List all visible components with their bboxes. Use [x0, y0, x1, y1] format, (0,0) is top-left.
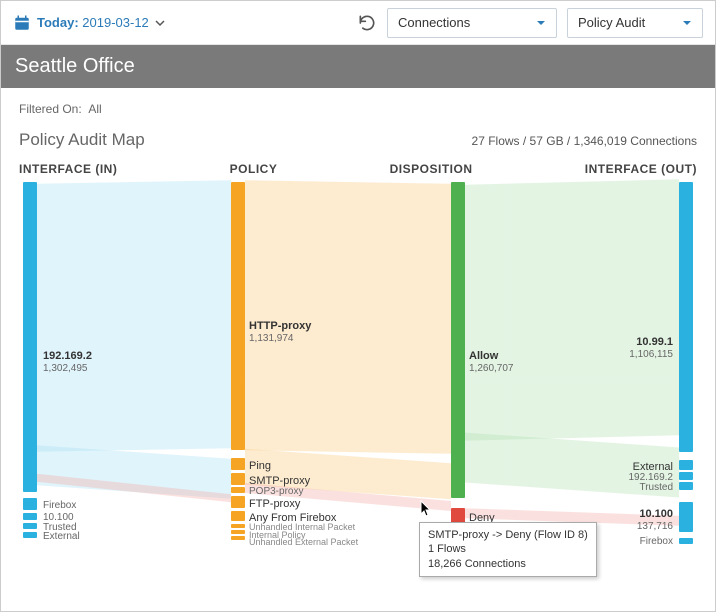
node-pol-ip[interactable] — [231, 530, 245, 534]
sankey-chart[interactable]: 192.169.2 1,302,495 Firebox 10.100 Trust… — [19, 182, 697, 568]
connections-dropdown[interactable]: Connections — [387, 8, 557, 38]
page-title: Seattle Office — [1, 45, 715, 88]
label-disp-allow: Allow 1,260,707 — [469, 350, 514, 374]
node-out-10100[interactable] — [679, 502, 693, 532]
refresh-icon — [357, 13, 377, 33]
chevron-down-icon — [155, 18, 165, 28]
node-policy-http[interactable] — [231, 182, 245, 450]
node-in-10100[interactable] — [23, 513, 37, 520]
audit-label: Policy Audit — [578, 15, 645, 30]
node-disp-allow[interactable] — [451, 182, 465, 498]
calendar-icon — [13, 14, 31, 32]
node-pol-ping[interactable] — [231, 458, 245, 470]
node-pol-ftp[interactable] — [231, 496, 245, 508]
col-policy: POLICY — [230, 162, 278, 176]
connections-label: Connections — [398, 15, 470, 30]
node-pol-any[interactable] — [231, 511, 245, 521]
node-out-external[interactable] — [679, 460, 693, 470]
col-interface-out: INTERFACE (OUT) — [585, 162, 697, 176]
node-out-trusted[interactable] — [679, 482, 693, 490]
stats: 27 Flows / 57 GB / 1,346,019 Connections — [472, 134, 697, 148]
column-headers: INTERFACE (IN) POLICY DISPOSITION INTERF… — [19, 162, 697, 176]
refresh-button[interactable] — [357, 13, 377, 33]
label-pol-ftp: FTP-proxy — [249, 498, 300, 511]
map-title: Policy Audit Map — [19, 130, 145, 150]
node-out-main[interactable] — [679, 182, 693, 452]
label-pol-pop3: POP3-proxy — [249, 486, 303, 498]
policy-audit-dropdown[interactable]: Policy Audit — [567, 8, 703, 38]
tooltip-line3: 18,266 Connections — [428, 557, 588, 571]
tooltip: SMTP-proxy -> Deny (Flow ID 8) 1 Flows 1… — [419, 522, 597, 577]
label-out-10100: 10.100 137,716 — [637, 508, 673, 532]
node-in-firebox[interactable] — [23, 498, 37, 510]
flow-band — [245, 180, 451, 454]
node-in-external[interactable] — [23, 532, 37, 538]
date-value: 2019-03-12 — [82, 15, 149, 30]
node-pol-uep[interactable] — [231, 536, 245, 540]
date-label: Today: — [37, 15, 79, 30]
content: Filtered On: All Policy Audit Map 27 Flo… — [1, 88, 715, 582]
flow-band — [37, 180, 231, 451]
label-in-external: External — [43, 531, 80, 543]
label-out-trusted: Trusted — [639, 482, 673, 494]
col-disposition: DISPOSITION — [390, 162, 473, 176]
label-pol-http: HTTP-proxy 1,131,974 — [249, 320, 311, 344]
label-in-firebox: Firebox — [43, 500, 76, 512]
node-interface-in-main[interactable] — [23, 182, 37, 492]
tooltip-line2: 1 Flows — [428, 542, 588, 556]
chevron-down-icon — [536, 18, 546, 28]
node-out-firebox[interactable] — [679, 538, 693, 544]
col-interface-in: INTERFACE (IN) — [19, 162, 117, 176]
node-pol-smtp[interactable] — [231, 473, 245, 485]
node-pol-uip[interactable] — [231, 524, 245, 528]
topbar: Today: 2019-03-12 Connections Policy Aud… — [1, 1, 715, 45]
mouse-cursor-icon — [419, 500, 433, 518]
filter-status: Filtered On: All — [19, 102, 697, 116]
label-pol-uep: Unhandled External Packet — [249, 537, 358, 547]
node-out-192[interactable] — [679, 472, 693, 480]
flow-band — [465, 179, 679, 441]
node-pol-pop3[interactable] — [231, 487, 245, 493]
label-pol-ping: Ping — [249, 460, 271, 473]
node-in-trusted[interactable] — [23, 523, 37, 529]
filter-label: Filtered On: — [19, 102, 82, 116]
filter-value: All — [88, 102, 101, 116]
chevron-down-icon — [682, 18, 692, 28]
label-out-firebox: Firebox — [640, 536, 673, 548]
tooltip-line1: SMTP-proxy -> Deny (Flow ID 8) — [428, 528, 588, 542]
label-in-main: 192.169.2 1,302,495 — [43, 350, 92, 374]
label-out-main: 10.99.1 1,106,115 — [629, 336, 673, 360]
date-picker[interactable]: Today: 2019-03-12 — [13, 14, 165, 32]
